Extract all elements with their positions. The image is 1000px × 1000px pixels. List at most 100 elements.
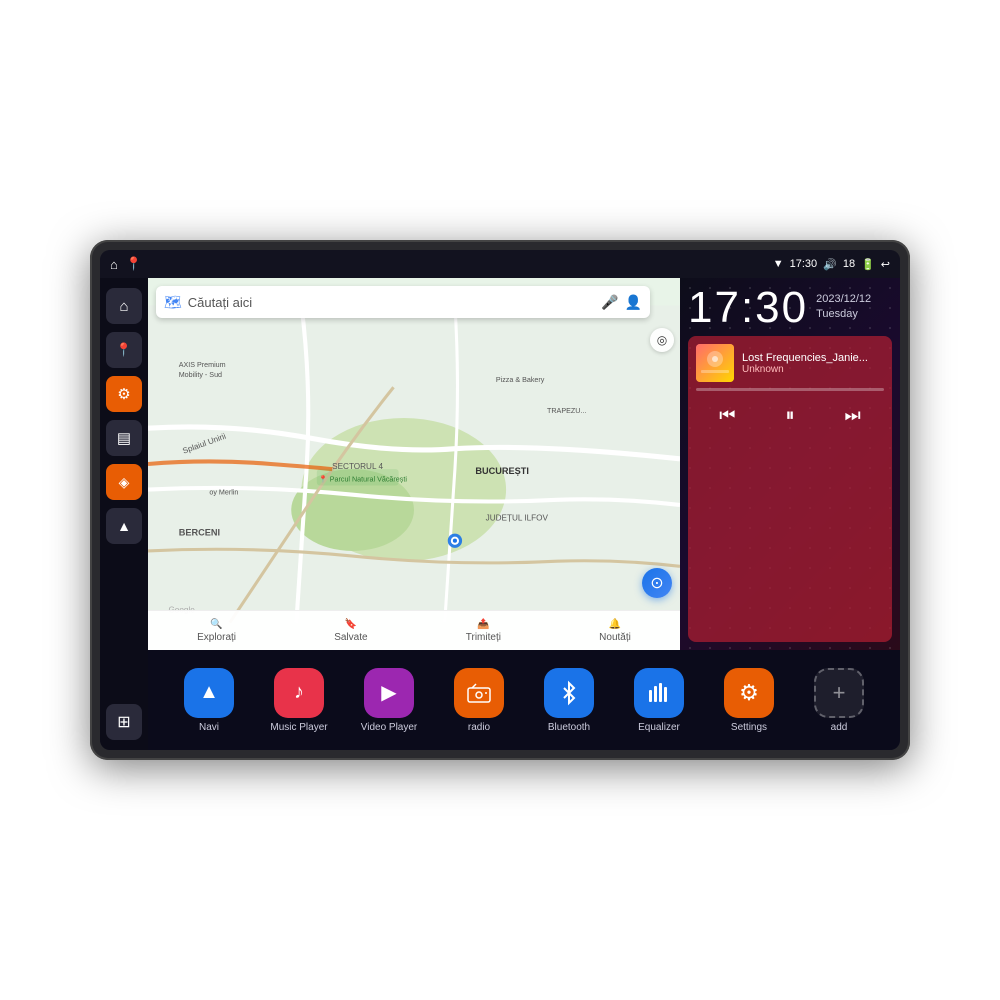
equalizer-label: Equalizer bbox=[638, 722, 680, 733]
svg-text:JUDEȚUL ILFOV: JUDEȚUL ILFOV bbox=[486, 513, 549, 522]
clock-date-area: 2023/12/12 Tuesday bbox=[816, 286, 871, 323]
video-player-label: Video Player bbox=[361, 722, 418, 733]
music-title: Lost Frequencies_Janie... bbox=[742, 352, 884, 364]
wifi-icon: ▼ bbox=[773, 258, 784, 270]
app-equalizer[interactable]: Equalizer bbox=[614, 668, 704, 733]
content-right: Splaiul Unirii BUCUREȘTI JUDEȚUL ILFOV B… bbox=[148, 278, 900, 750]
sidebar-grid-btn[interactable]: ⊞ bbox=[106, 704, 142, 740]
svg-text:BERCENI: BERCENI bbox=[179, 528, 220, 538]
news-label: Noutăți bbox=[599, 632, 631, 643]
location-pin-btn[interactable]: ⊙ bbox=[642, 568, 672, 598]
nav-sidebar-icon: ◈ bbox=[119, 474, 130, 491]
clock-day-text: Tuesday bbox=[816, 307, 871, 322]
music-player-label: Music Player bbox=[270, 722, 327, 733]
share-label: Trimiteți bbox=[466, 632, 501, 643]
home-sidebar-icon: ⌂ bbox=[119, 298, 128, 315]
saved-label: Salvate bbox=[334, 632, 367, 643]
svg-text:TRAPEZU...: TRAPEZU... bbox=[547, 407, 586, 415]
sidebar-nav-btn[interactable]: ◈ bbox=[106, 464, 142, 500]
clock-date-text: 2023/12/12 bbox=[816, 292, 871, 307]
add-icon: + bbox=[814, 668, 864, 718]
back-icon[interactable]: ↩ bbox=[881, 258, 890, 271]
add-label: add bbox=[831, 722, 848, 733]
navi-icon: ▲ bbox=[184, 668, 234, 718]
saved-btn[interactable]: 🔖 Salvate bbox=[334, 619, 367, 643]
grid-icon: ⊞ bbox=[117, 712, 130, 732]
app-add[interactable]: + add bbox=[794, 668, 884, 733]
app-bluetooth[interactable]: Bluetooth bbox=[524, 668, 614, 733]
sidebar-settings-btn[interactable]: ⚙ bbox=[106, 376, 142, 412]
share-icon: 📤 bbox=[477, 619, 489, 630]
sidebar-location-btn[interactable]: 📍 bbox=[106, 332, 142, 368]
video-icon-char: ▶ bbox=[381, 680, 396, 705]
album-art bbox=[696, 344, 734, 382]
svg-text:AXIS Premium: AXIS Premium bbox=[179, 361, 226, 369]
music-controls: ⏮ ⏸ ⏭ bbox=[696, 399, 884, 431]
pin-icon: ⊙ bbox=[650, 573, 663, 593]
video-player-icon: ▶ bbox=[364, 668, 414, 718]
arrow-sidebar-icon: ▲ bbox=[117, 518, 131, 534]
clock-time: 17:30 bbox=[688, 286, 808, 330]
status-bar: ⌂ 📍 ▼ 17:30 🔊 18 🔋 ↩ bbox=[100, 250, 900, 278]
map-svg: Splaiul Unirii BUCUREȘTI JUDEȚUL ILFOV B… bbox=[148, 278, 680, 650]
map-search-bar[interactable]: 🗺 Căutați aici 🎤 👤 bbox=[156, 286, 650, 318]
status-left-icons: ⌂ 📍 bbox=[110, 256, 142, 272]
settings-icon: ⚙ bbox=[724, 668, 774, 718]
svg-text:Pizza & Bakery: Pizza & Bakery bbox=[496, 376, 545, 384]
music-text: Lost Frequencies_Janie... Unknown bbox=[742, 352, 884, 375]
app-video-player[interactable]: ▶ Video Player bbox=[344, 668, 434, 733]
app-settings[interactable]: ⚙ Settings bbox=[704, 668, 794, 733]
car-unit-device: ⌂ 📍 ▼ 17:30 🔊 18 🔋 ↩ ⌂ 📍 bbox=[90, 240, 910, 760]
music-player-icon: ♪ bbox=[274, 668, 324, 718]
search-placeholder-text: Căutați aici bbox=[188, 295, 595, 310]
saved-icon: 🔖 bbox=[345, 619, 357, 630]
bluetooth-label: Bluetooth bbox=[548, 722, 590, 733]
inbox-sidebar-icon: ▤ bbox=[117, 429, 131, 447]
progress-bar[interactable] bbox=[696, 388, 884, 391]
google-maps-icon: 🗺 bbox=[164, 294, 182, 311]
main-area: ⌂ 📍 ⚙ ▤ ◈ ▲ ⊞ bbox=[100, 278, 900, 750]
sidebar-inbox-btn[interactable]: ▤ bbox=[106, 420, 142, 456]
account-icon: 👤 bbox=[625, 294, 642, 311]
svg-text:📍 Parcul Natural Văcărești: 📍 Parcul Natural Văcărești bbox=[319, 474, 407, 483]
sound-icon: 🔊 bbox=[823, 258, 837, 271]
location-sidebar-icon: 📍 bbox=[116, 342, 132, 358]
app-navi[interactable]: ▲ Navi bbox=[164, 668, 254, 733]
maps-icon: 📍 bbox=[126, 256, 142, 272]
status-right-info: ▼ 17:30 🔊 18 🔋 ↩ bbox=[773, 258, 890, 271]
explore-icon: 🔍 bbox=[210, 619, 222, 630]
share-btn[interactable]: 📤 Trimiteți bbox=[466, 619, 501, 643]
music-icon-char: ♪ bbox=[294, 681, 304, 704]
app-grid: ▲ Navi ♪ Music Player ▶ V bbox=[148, 650, 900, 750]
radio-label: radio bbox=[468, 722, 490, 733]
home-icon: ⌂ bbox=[110, 257, 118, 272]
music-artist: Unknown bbox=[742, 364, 884, 375]
map-bottom-bar: 🔍 Explorați 🔖 Salvate 📤 Trimiteți bbox=[148, 610, 680, 650]
sidebar: ⌂ 📍 ⚙ ▤ ◈ ▲ ⊞ bbox=[100, 278, 148, 750]
battery-value: 18 bbox=[843, 258, 855, 270]
settings-sidebar-icon: ⚙ bbox=[117, 385, 130, 403]
navi-label: Navi bbox=[199, 722, 219, 733]
settings-label: Settings bbox=[731, 722, 767, 733]
explore-btn[interactable]: 🔍 Explorați bbox=[197, 619, 236, 643]
clock-status: 17:30 bbox=[790, 258, 818, 270]
news-btn[interactable]: 🔔 Noutăți bbox=[599, 619, 631, 643]
svg-text:oy Merlin: oy Merlin bbox=[209, 489, 238, 497]
navi-icon-char: ▲ bbox=[199, 681, 219, 704]
next-btn[interactable]: ⏭ bbox=[837, 399, 869, 431]
prev-btn[interactable]: ⏮ bbox=[711, 399, 743, 431]
explore-label: Explorați bbox=[197, 632, 236, 643]
radio-icon bbox=[454, 668, 504, 718]
clock-music-section: 17:30 2023/12/12 Tuesday bbox=[680, 278, 900, 650]
app-music-player[interactable]: ♪ Music Player bbox=[254, 668, 344, 733]
music-info-row: Lost Frequencies_Janie... Unknown bbox=[696, 344, 884, 382]
app-radio[interactable]: radio bbox=[434, 668, 524, 733]
sidebar-home-btn[interactable]: ⌂ bbox=[106, 288, 142, 324]
bluetooth-icon bbox=[544, 668, 594, 718]
svg-text:Mobility - Sud: Mobility - Sud bbox=[179, 371, 222, 379]
car-screen: ⌂ 📍 ▼ 17:30 🔊 18 🔋 ↩ ⌂ 📍 bbox=[100, 250, 900, 750]
compass-btn[interactable]: ◎ bbox=[650, 328, 674, 352]
sidebar-arrow-btn[interactable]: ▲ bbox=[106, 508, 142, 544]
equalizer-icon bbox=[634, 668, 684, 718]
pause-btn[interactable]: ⏸ bbox=[774, 399, 806, 431]
